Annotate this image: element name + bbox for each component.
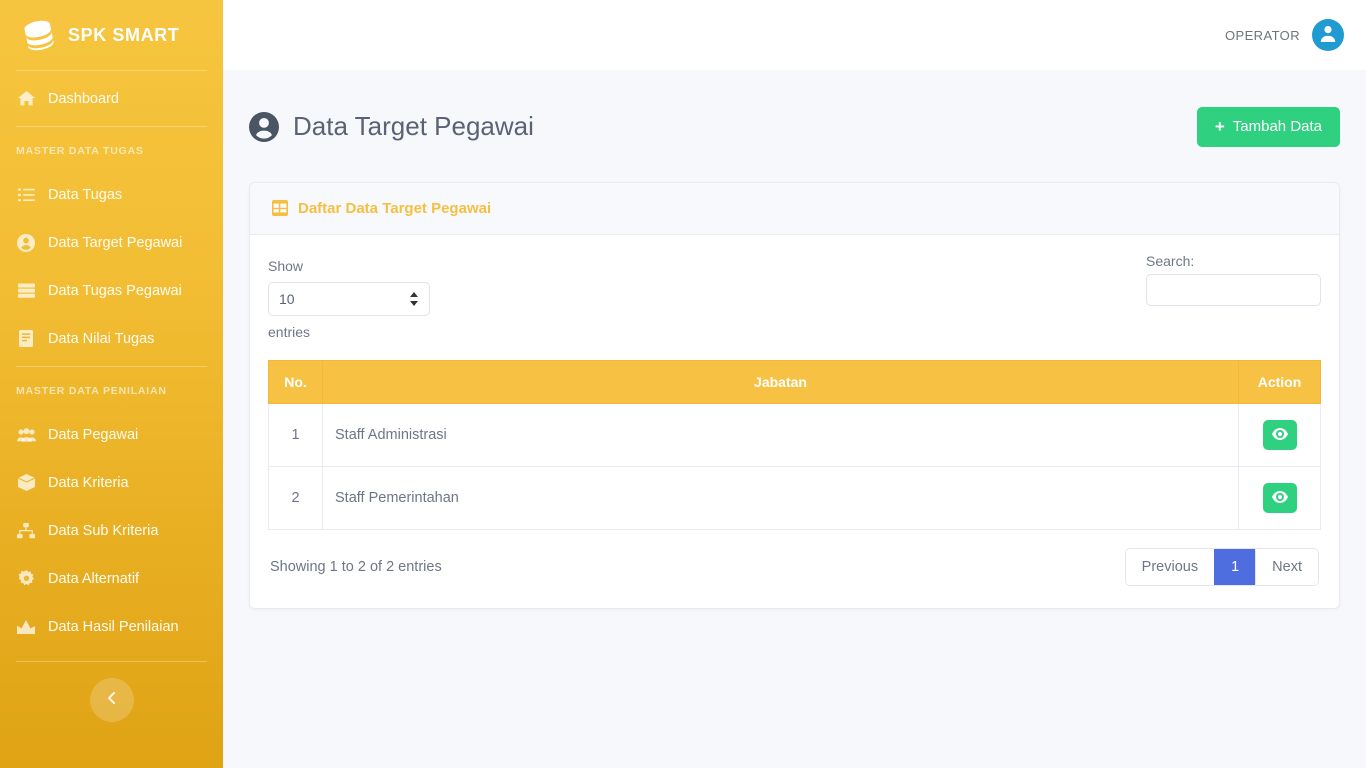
- sidebar-item-data-pegawai[interactable]: Data Pegawai: [0, 414, 223, 455]
- card-header-title: Daftar Data Target Pegawai: [298, 199, 492, 217]
- column-header-action[interactable]: Action: [1238, 360, 1321, 404]
- sidebar-item-label: Data Tugas: [48, 186, 123, 203]
- table-head: No. Jabatan Action: [268, 360, 1321, 404]
- brand-title: SPK SMART: [68, 24, 180, 45]
- sidebar-toggle-wrap: [0, 662, 223, 722]
- home-icon: [16, 90, 36, 108]
- sidebar-item-label: Data Sub Kriteria: [48, 522, 159, 539]
- sidebar-item-label: Data Pegawai: [48, 426, 139, 443]
- sitemap-icon: [16, 522, 36, 540]
- main-area: OPERATOR Data Target Pegawai + Tambah Da…: [223, 0, 1366, 768]
- server-icon: [16, 282, 36, 300]
- sidebar-item-label: Data Nilai Tugas: [48, 330, 155, 347]
- sidebar-item-data-tugas-pegawai[interactable]: Data Tugas Pegawai: [0, 270, 223, 311]
- sidebar: SPK SMART Dashboard MASTER DATA TUGAS Da…: [0, 0, 223, 768]
- sidebar-item-data-tugas[interactable]: Data Tugas: [0, 174, 223, 215]
- user-circle-icon: [249, 111, 279, 142]
- user-avatar-icon: [1318, 23, 1338, 48]
- page-title: Data Target Pegawai: [249, 111, 534, 142]
- pagination-next[interactable]: Next: [1255, 549, 1318, 585]
- show-label: Show: [268, 257, 304, 274]
- app-root: SPK SMART Dashboard MASTER DATA TUGAS Da…: [0, 0, 1366, 768]
- cell-no: 1: [268, 403, 323, 467]
- gear-icon: [16, 570, 36, 588]
- datatable-controls: Show 10 25 50 100: [268, 253, 1321, 346]
- table-row: 1 Staff Administrasi: [268, 403, 1321, 467]
- card-header: Daftar Data Target Pegawai: [250, 182, 1339, 235]
- sidebar-collapse-button[interactable]: [89, 678, 134, 722]
- data-table: No. Jabatan Action 1 Staff Administrasi: [268, 360, 1321, 530]
- data-table-card: Daftar Data Target Pegawai Show 10 25 50: [249, 181, 1340, 609]
- column-header-jabatan[interactable]: Jabatan: [322, 360, 1239, 404]
- avatar[interactable]: [1312, 19, 1344, 51]
- datatable-search-control: Search:: [1146, 253, 1321, 306]
- datatable-footer: Showing 1 to 2 of 2 entries Previous 1 N…: [268, 548, 1321, 586]
- sidebar-divider-1: [16, 70, 207, 71]
- sidebar-item-dashboard[interactable]: Dashboard: [0, 78, 223, 119]
- chevron-left-icon: [106, 691, 118, 710]
- eye-icon: [1271, 490, 1288, 506]
- sidebar-item-label: Data Alternatif: [48, 570, 140, 587]
- user-circle-icon: [16, 233, 36, 252]
- topbar: OPERATOR: [223, 0, 1366, 70]
- pagination-previous[interactable]: Previous: [1125, 549, 1215, 585]
- view-button[interactable]: [1262, 420, 1297, 450]
- table-header-row: No. Jabatan Action: [268, 360, 1321, 404]
- clipboard-icon: [16, 330, 36, 348]
- column-header-no[interactable]: No.: [268, 360, 323, 404]
- table-body: 1 Staff Administrasi 2 Staff Pemerintaha…: [268, 403, 1321, 530]
- datatable-length-control: Show 10 25 50 100: [268, 253, 430, 346]
- view-button[interactable]: [1262, 483, 1297, 513]
- entries-label: entries: [268, 324, 311, 341]
- cell-no: 2: [268, 466, 323, 530]
- sidebar-heading-master-data-penilaian: MASTER DATA PENILAIAN: [16, 385, 167, 397]
- entries-per-page-select[interactable]: 10 25 50 100: [268, 282, 430, 317]
- card-body: Show 10 25 50 100: [250, 235, 1339, 608]
- pagination-page-1[interactable]: 1: [1214, 549, 1256, 585]
- length-select-wrap: 10 25 50 100: [268, 279, 430, 319]
- datatable-info: Showing 1 to 2 of 2 entries: [270, 559, 442, 575]
- sidebar-item-data-sub-kriteria[interactable]: Data Sub Kriteria: [0, 510, 223, 551]
- brand[interactable]: SPK SMART: [0, 0, 223, 70]
- sidebar-item-label: Data Kriteria: [48, 474, 129, 491]
- plus-icon: +: [1214, 117, 1225, 137]
- sidebar-item-data-hasil-penilaian[interactable]: Data Hasil Penilaian: [0, 606, 223, 647]
- cell-action: [1238, 466, 1321, 530]
- sidebar-item-data-kriteria[interactable]: Data Kriteria: [0, 462, 223, 503]
- sidebar-item-data-alternatif[interactable]: Data Alternatif: [0, 558, 223, 599]
- table-icon: [272, 200, 288, 217]
- sidebar-item-label: Data Target Pegawai: [48, 234, 183, 251]
- add-data-button-label: Tambah Data: [1232, 118, 1322, 136]
- sidebar-heading-master-data-tugas: MASTER DATA TUGAS: [16, 145, 144, 157]
- sidebar-item-data-nilai-tugas[interactable]: Data Nilai Tugas: [0, 318, 223, 359]
- users-icon: [16, 426, 36, 444]
- cell-action: [1238, 403, 1321, 467]
- sidebar-item-label: Data Tugas Pegawai: [48, 282, 182, 299]
- content-area: Data Target Pegawai + Tambah Data Daftar…: [223, 70, 1366, 609]
- sidebar-item-label: Dashboard: [48, 90, 119, 107]
- sidebar-item-label: Data Hasil Penilaian: [48, 618, 179, 635]
- user-role-label: OPERATOR: [1225, 27, 1300, 43]
- cell-jabatan: Staff Administrasi: [322, 403, 1239, 467]
- eye-icon: [1271, 427, 1288, 443]
- box-icon: [16, 474, 36, 492]
- sidebar-item-data-target-pegawai[interactable]: Data Target Pegawai: [0, 222, 223, 263]
- search-label: Search:: [1146, 252, 1195, 269]
- page-title-text: Data Target Pegawai: [293, 111, 534, 142]
- pagination: Previous 1 Next: [1124, 548, 1319, 586]
- search-input[interactable]: [1146, 273, 1321, 306]
- table-row: 2 Staff Pemerintahan: [268, 466, 1321, 530]
- database-icon: [19, 15, 59, 55]
- chart-area-icon: [16, 618, 36, 636]
- list-icon: [16, 186, 36, 204]
- add-data-button[interactable]: + Tambah Data: [1196, 106, 1340, 147]
- cell-jabatan: Staff Pemerintahan: [322, 466, 1239, 530]
- page-header: Data Target Pegawai + Tambah Data: [249, 94, 1340, 160]
